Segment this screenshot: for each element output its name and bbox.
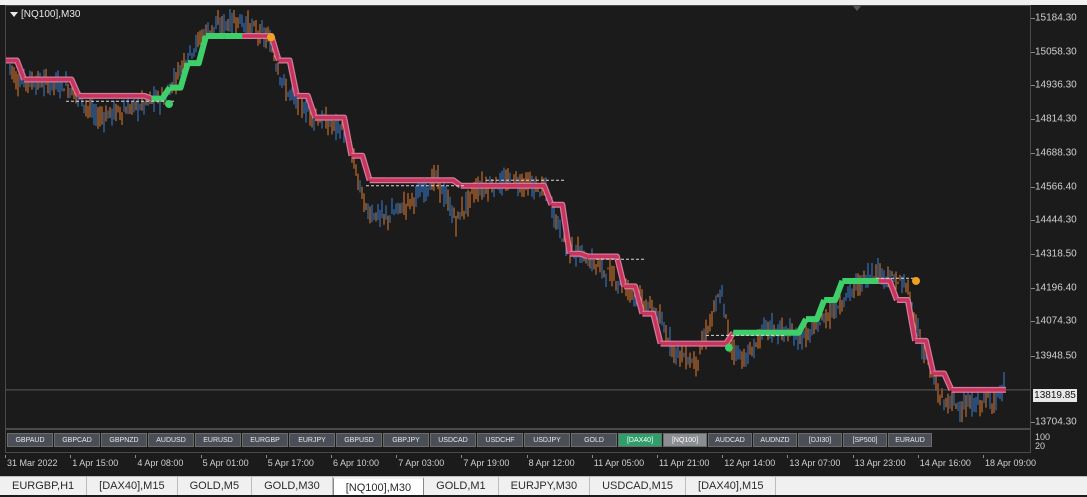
symbol-button-eurjpy[interactable]: EURJPY [289, 433, 335, 447]
time-axis[interactable]: 31 Mar 2022 1 Apr 15:00 4 Apr 08:00 5 Apr 0… [0, 455, 1036, 471]
price-tick-label: 14444.30 [1035, 214, 1077, 226]
time-tick [265, 455, 267, 458]
time-tick [657, 455, 658, 458]
chart-canvas[interactable] [6, 6, 1030, 428]
time-tick [917, 455, 919, 458]
time-tick [5, 455, 6, 458]
symbol-button-usdchf[interactable]: USDCHF [477, 433, 523, 447]
time-tick [396, 455, 398, 458]
subwindow-axis-bottom: 20 [1035, 441, 1046, 451]
time-tick-label: 5 Apr 01:00 [202, 458, 249, 468]
time-tick-label: 7 Apr 19:00 [463, 458, 510, 468]
time-tick [526, 455, 528, 458]
symbol-button-usdjpy[interactable]: USDJPY [524, 433, 570, 447]
time-tick-label: 13 Apr 07:00 [789, 458, 841, 468]
time-tick-label: 5 Apr 17:00 [267, 458, 314, 468]
tab-dax40m15[interactable]: [DAX40],M15 [686, 477, 777, 495]
price-tick-label: 14566.40 [1035, 181, 1077, 193]
symbol-button-sp500[interactable]: [SP500] [843, 433, 887, 447]
symbol-button-eurusd[interactable]: EURUSD [195, 433, 241, 447]
sell-signal-icon [267, 33, 275, 42]
indicator-subwindow[interactable]: GBPAUD GBPCAD GBPNZD AUDUSD EURUSD EURGBP EURJ… [5, 429, 1031, 453]
time-tick [983, 455, 984, 458]
time-tick-label: 1 Apr 15:00 [72, 458, 119, 468]
price-axis[interactable]: 15184.30 15058.30 14936.30 14814.30 14688.30… [1031, 5, 1087, 429]
price-tick-label: 13704.30 [1035, 416, 1077, 428]
time-tick-label: 11 Apr 21:00 [659, 458, 710, 468]
price-tick-label: 15184.30 [1035, 12, 1077, 23]
time-tick-label: 6 Apr 10:00 [333, 458, 380, 468]
symbol-button-usdcad[interactable]: USDCAD [430, 433, 476, 447]
symbol-button-nq100[interactable]: [NQ100] [663, 433, 707, 447]
symbol-button-euraud[interactable]: EURAUD [888, 433, 932, 447]
time-tick [331, 455, 332, 458]
price-tick-label: 14688.30 [1035, 147, 1077, 159]
time-tick-label: 31 Mar 2022 [7, 458, 58, 468]
price-tick-label: 14196.40 [1035, 282, 1077, 294]
time-tick-label: 11 Apr 05:00 [593, 458, 645, 468]
price-tick-label: 14318.50 [1035, 248, 1077, 260]
time-tick [787, 455, 789, 458]
time-tick [135, 455, 137, 458]
tab-eurjpym30[interactable]: EURJPY,M30 [499, 477, 591, 495]
chart-tabs: EURGBP,H1 [DAX40],M15 GOLD,M5 GOLD,M30 [NQ10… [0, 476, 1087, 495]
chart-title: [NQ100],M30 [10, 9, 80, 20]
symbol-button-dji30[interactable]: [DJI30] [798, 433, 842, 447]
time-tick-label: 12 Apr 14:00 [724, 458, 776, 468]
shift-marker-icon[interactable] [853, 6, 861, 11]
time-tick [852, 455, 854, 458]
tab-dax40m15[interactable]: [DAX40],M15 [87, 477, 178, 495]
symbol-button-gbpcad[interactable]: GBPCAD [54, 433, 100, 447]
time-tick [591, 455, 593, 458]
tab-nq100m30[interactable]: [NQ100],M30 [332, 477, 425, 495]
current-price-label: 13819.85 [1033, 389, 1077, 402]
price-tick-label: 14814.30 [1035, 113, 1077, 125]
price-tick-label: 14074.30 [1035, 315, 1077, 327]
time-tick-label: 4 Apr 08:00 [137, 458, 184, 468]
price-tick-label: 15058.30 [1035, 46, 1077, 58]
sell-signal-icon [912, 276, 920, 285]
time-tick [461, 455, 463, 458]
symbol-button-gbpusd[interactable]: GBPUSD [336, 433, 382, 447]
symbol-button-gbpnzd[interactable]: GBPNZD [101, 433, 147, 447]
symbol-button-eurgbp[interactable]: EURGBP [242, 433, 288, 447]
time-tick [200, 455, 202, 458]
time-tick [70, 455, 72, 458]
time-tick-label: 14 Apr 16:00 [919, 458, 971, 468]
time-tick-label: 18 Apr 09:00 [985, 458, 1037, 468]
symbol-button-gbpaud[interactable]: GBPAUD [7, 433, 53, 447]
buy-signal-icon [725, 343, 733, 352]
price-chart[interactable] [5, 5, 1031, 429]
time-tick-label: 8 Apr 12:00 [528, 458, 575, 468]
symbol-button-row: GBPAUD GBPCAD GBPNZD AUDUSD EURUSD EURGBP EURJ… [7, 433, 932, 447]
symbol-button-audusd[interactable]: AUDUSD [148, 433, 194, 447]
time-tick-label: 13 Apr 23:00 [854, 458, 906, 468]
tab-usdcadm15[interactable]: USDCAD,M15 [590, 477, 687, 495]
chevron-down-icon[interactable] [10, 11, 18, 17]
tab-goldm1[interactable]: GOLD,M1 [424, 477, 499, 495]
symbol-button-gbpjpy[interactable]: GBPJPY [383, 433, 429, 447]
chart-title-text: [NQ100],M30 [21, 9, 81, 20]
tab-goldm5[interactable]: GOLD,M5 [178, 477, 253, 495]
tab-eurgbph1[interactable]: EURGBP,H1 [0, 477, 88, 495]
symbol-button-audnzd[interactable]: AUDNZD [753, 433, 797, 447]
price-tick-label: 14936.30 [1035, 79, 1077, 91]
time-tick [722, 455, 724, 458]
symbol-button-dax40[interactable]: [DAX40] [618, 433, 662, 447]
symbol-button-gold[interactable]: GOLD [571, 433, 617, 447]
buy-signal-icon [165, 100, 173, 109]
subwindow-axis: 100 20 [1035, 433, 1050, 451]
time-tick-label: 7 Apr 03:00 [398, 458, 445, 468]
symbol-button-audcad[interactable]: AUDCAD [708, 433, 752, 447]
tab-goldm30[interactable]: GOLD,M30 [252, 477, 333, 495]
price-tick-label: 13948.50 [1035, 350, 1077, 362]
